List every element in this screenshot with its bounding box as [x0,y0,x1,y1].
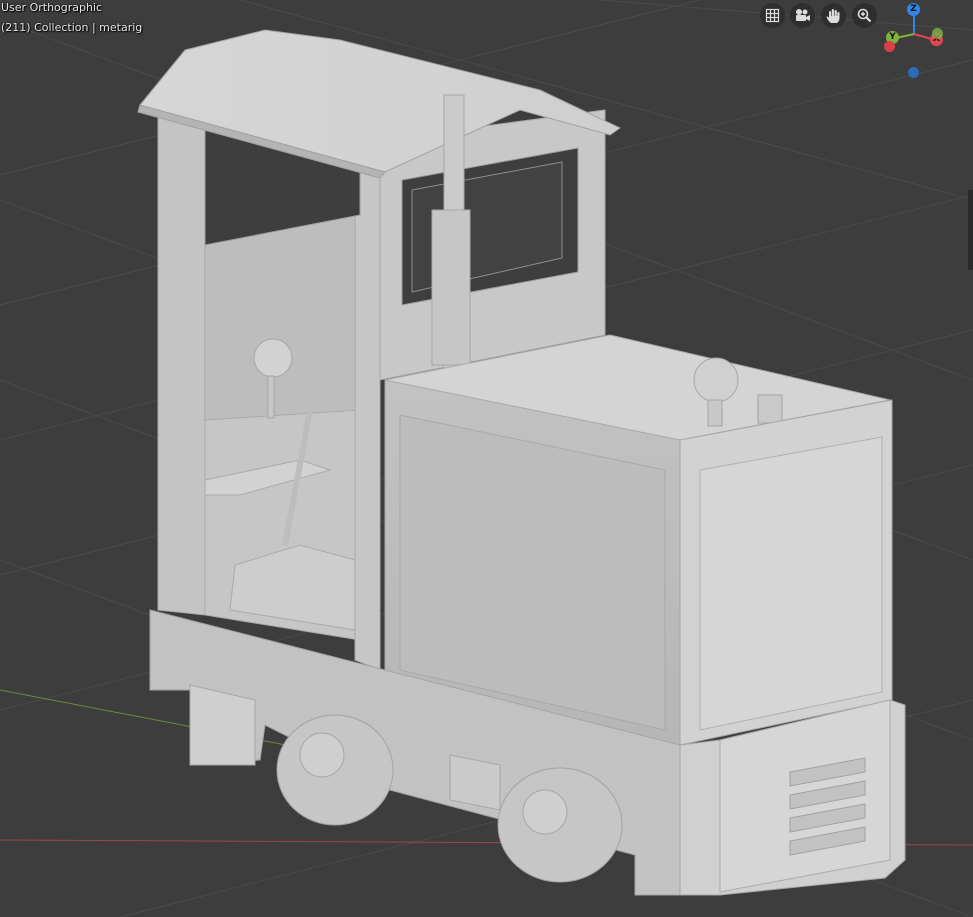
camera-view-button[interactable] [790,3,815,28]
hood-front-panel [699,436,883,731]
cab-gauge [253,338,293,378]
rear-wheel-hub [299,732,345,778]
viewport-scene[interactable] [0,0,973,917]
cab-back-wall [204,209,361,421]
3d-viewport[interactable]: User Orthographic (211) Collection | met… [0,0,973,917]
gizmo-neg-z-axis[interactable] [908,67,919,78]
toggle-camera-grid-button[interactable] [760,3,785,28]
hand-icon [826,8,840,23]
locomotive-model[interactable] [137,29,906,896]
gizmo-z-axis[interactable]: Z [907,3,920,16]
grid-icon [765,8,780,23]
view-name-label: User Orthographic [1,1,103,14]
front-wheel-hub [522,789,568,835]
gizmo-neg-x-axis[interactable] [884,41,895,52]
collection-info-label: (211) Collection | metarig [1,21,143,34]
headlight [693,357,739,403]
navigation-gizmo[interactable]: Z Y X [872,0,962,90]
pan-view-button[interactable] [821,3,846,28]
frame-block-mid [449,754,501,811]
gauge-stem [267,375,275,419]
cab-left-post [157,111,206,616]
magnifier-icon [857,8,872,23]
camera-icon [796,9,810,21]
exhaust-muffler [431,209,471,366]
filler-cap [757,394,783,424]
region-edge [968,190,973,270]
headlight-mount [707,399,723,427]
cab-front-post [354,159,381,671]
gizmo-neg-y-axis[interactable] [932,28,943,39]
